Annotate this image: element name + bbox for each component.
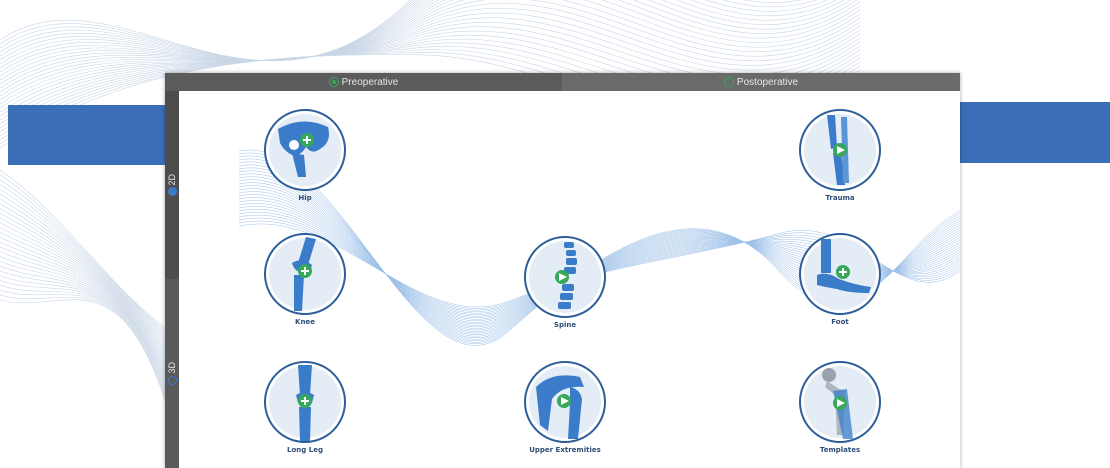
app-window: Preoperative Postoperative 2D 3D Hip Tra… <box>165 73 960 468</box>
module-knee[interactable]: Knee <box>250 231 360 326</box>
module-label: Trauma <box>825 194 855 202</box>
module-spine[interactable]: Spine <box>510 234 620 329</box>
module-label: Knee <box>295 318 315 326</box>
long-leg-icon <box>264 361 346 443</box>
side-tab-label: 2D <box>167 173 177 186</box>
module-label: Templates <box>819 446 861 454</box>
radio-unselected-icon[interactable] <box>723 77 734 87</box>
module-templates[interactable]: Templates <box>785 359 895 454</box>
tab-label: Postoperative <box>736 76 799 88</box>
trauma-icon <box>799 109 881 191</box>
spine-icon <box>524 236 606 318</box>
side-tab-label: 3D <box>167 362 177 374</box>
module-label: Upper Extremities <box>529 446 601 454</box>
knee-icon <box>264 233 346 315</box>
tab-label: Preoperative <box>341 76 399 88</box>
module-foot[interactable]: Foot <box>785 231 895 326</box>
hip-icon <box>264 109 346 191</box>
tab-postoperative[interactable]: Postoperative <box>562 73 960 91</box>
foot-icon <box>799 233 881 315</box>
upper-extremities-icon <box>524 361 606 443</box>
module-label: Hip <box>298 194 312 202</box>
tab-preoperative[interactable]: Preoperative <box>165 73 562 91</box>
side-tab-3d[interactable]: 3D <box>165 279 179 468</box>
side-tab-2d[interactable]: 2D <box>165 91 179 279</box>
module-upper-extremities[interactable]: Upper Extremities <box>510 359 620 454</box>
module-label: Spine <box>553 321 577 329</box>
module-grid: Hip Trauma Knee Spine Foot Long Leg Uppe… <box>179 91 960 468</box>
module-label: Long Leg <box>287 446 323 454</box>
radio-selected-icon[interactable] <box>167 187 177 197</box>
blue-banner-right <box>958 102 1110 163</box>
module-trauma[interactable]: Trauma <box>785 107 895 202</box>
templates-icon <box>799 361 881 443</box>
blue-banner-left <box>8 105 166 165</box>
radio-unselected-icon[interactable] <box>167 375 177 385</box>
module-label: Foot <box>831 318 849 326</box>
module-hip[interactable]: Hip <box>250 107 360 202</box>
module-long-leg[interactable]: Long Leg <box>250 359 360 454</box>
radio-selected-icon[interactable] <box>328 77 339 87</box>
top-tab-bar: Preoperative Postoperative <box>165 73 960 91</box>
